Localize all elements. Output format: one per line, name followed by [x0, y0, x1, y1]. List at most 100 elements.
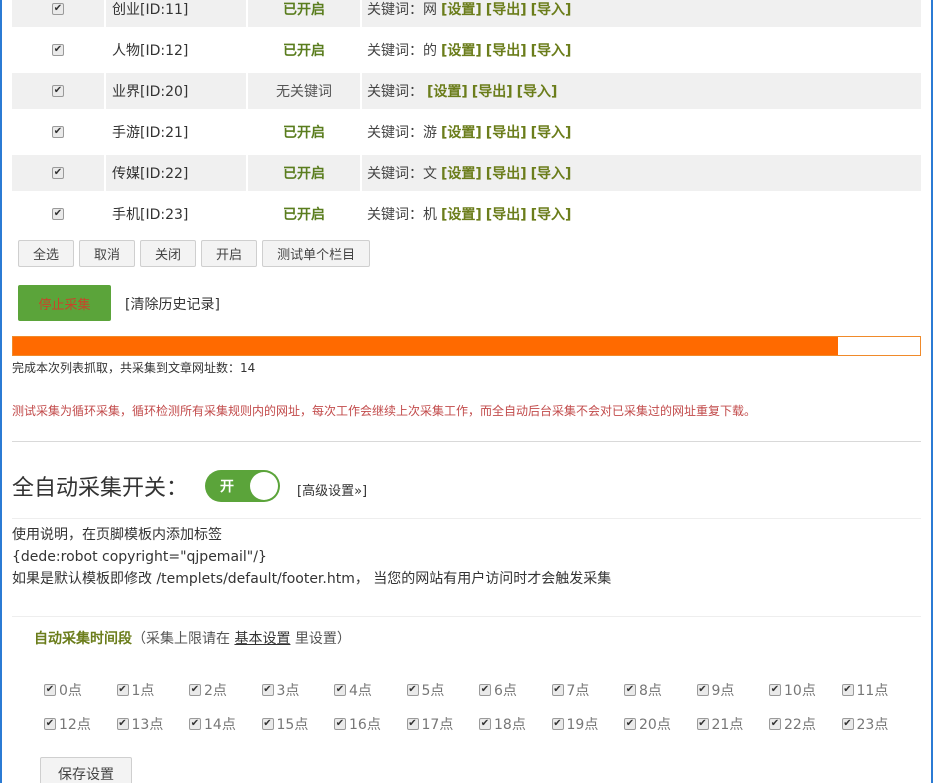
hour-checkbox-item[interactable]: ✔ 14点 — [189, 714, 262, 734]
stop-collect-button[interactable]: 停止采集 — [18, 285, 111, 321]
row-checkbox[interactable]: ✔ — [52, 2, 64, 15]
usage-line: 如果是默认模板即修改 /templets/default/footer.htm，… — [12, 571, 612, 587]
hour-checkbox[interactable]: ✔ — [624, 684, 636, 696]
hour-checkbox[interactable]: ✔ — [189, 684, 201, 696]
hour-checkbox[interactable]: ✔ — [696, 718, 709, 730]
import-link[interactable]: [导入] — [531, 0, 572, 19]
hour-checkbox-item[interactable]: ✔ 9点 — [696, 680, 770, 700]
hour-checkbox-item[interactable]: ✔ 10点 — [769, 680, 842, 700]
category-name: 创业[ID:11] — [106, 0, 246, 27]
hour-checkbox[interactable]: ✔ — [406, 684, 419, 696]
hour-checkbox-item[interactable]: ✔ 11点 — [841, 680, 915, 700]
hour-checkbox[interactable]: ✔ — [44, 718, 56, 730]
hour-label: 9点 — [711, 683, 735, 699]
table-row: ✔ 人物[ID:12] 已开启 关键词：的 [设置] [导出] [导入] — [12, 29, 921, 70]
hour-checkbox[interactable]: ✔ — [406, 718, 419, 730]
hour-checkbox[interactable]: ✔ — [44, 684, 56, 696]
hour-checkbox-item[interactable]: ✔ 12点 — [44, 714, 117, 734]
settings-link[interactable]: [设置] — [441, 122, 482, 142]
clear-history-link[interactable]: [清除历史记录] — [125, 294, 220, 314]
row-checkbox[interactable]: ✔ — [52, 43, 64, 56]
hour-checkbox[interactable]: ✔ — [189, 718, 201, 730]
hour-checkbox-item[interactable]: ✔ 4点 — [334, 680, 407, 700]
hour-checkbox-item[interactable]: ✔ 23点 — [841, 714, 915, 734]
status-label: 无关键词 — [248, 72, 360, 109]
hour-checkbox-item[interactable]: ✔ 15点 — [261, 714, 335, 734]
hour-checkbox[interactable]: ✔ — [841, 718, 854, 730]
hour-checkbox[interactable]: ✔ — [769, 684, 781, 696]
settings-link[interactable]: [设置] — [427, 81, 468, 101]
close-button[interactable]: 关闭 — [140, 240, 197, 267]
hour-label: 17点 — [421, 717, 454, 733]
hour-checkbox-item[interactable]: ✔ 21点 — [696, 714, 770, 734]
save-settings-button[interactable]: 保存设置 — [40, 757, 132, 783]
row-checkbox[interactable]: ✔ — [52, 207, 64, 220]
import-link[interactable]: [导入] — [531, 163, 572, 183]
hour-checkbox-item[interactable]: ✔ 5点 — [406, 680, 480, 700]
auto-collect-toggle[interactable]: 开 — [205, 470, 280, 502]
hour-checkbox-item[interactable]: ✔ 20点 — [624, 714, 697, 734]
hour-checkbox-item[interactable]: ✔ 17点 — [406, 714, 480, 734]
hour-checkbox-item[interactable]: ✔ 7点 — [551, 680, 625, 700]
hour-checkbox-item[interactable]: ✔ 18点 — [479, 714, 552, 734]
import-link[interactable]: [导入] — [531, 40, 572, 60]
import-link[interactable]: [导入] — [531, 122, 572, 142]
hour-checkbox-item[interactable]: ✔ 22点 — [769, 714, 842, 734]
settings-link[interactable]: [设置] — [441, 204, 482, 224]
row-checkbox[interactable]: ✔ — [52, 84, 64, 97]
export-link[interactable]: [导出] — [486, 204, 527, 224]
export-link[interactable]: [导出] — [486, 0, 527, 19]
hour-checkbox[interactable]: ✔ — [261, 718, 274, 730]
import-link[interactable]: [导入] — [517, 81, 558, 101]
settings-link[interactable]: [设置] — [441, 163, 482, 183]
hour-checkbox[interactable]: ✔ — [696, 684, 709, 696]
export-link[interactable]: [导出] — [486, 163, 527, 183]
row-checkbox[interactable]: ✔ — [52, 166, 64, 179]
hour-checkbox[interactable]: ✔ — [261, 684, 274, 696]
hour-checkbox-item[interactable]: ✔ 8点 — [624, 680, 697, 700]
open-button[interactable]: 开启 — [201, 240, 258, 267]
hour-checkbox[interactable]: ✔ — [551, 684, 564, 696]
hour-checkbox[interactable]: ✔ — [116, 718, 129, 730]
row-checkbox[interactable]: ✔ — [52, 125, 64, 138]
hour-checkbox-item[interactable]: ✔ 19点 — [551, 714, 625, 734]
hour-checkbox[interactable]: ✔ — [334, 684, 346, 696]
settings-link[interactable]: [设置] — [441, 40, 482, 60]
export-link[interactable]: [导出] — [486, 122, 527, 142]
export-link[interactable]: [导出] — [486, 40, 527, 60]
usage-instructions: 使用说明，在页脚模板内添加标签 {dede:robot copyright="q… — [12, 524, 611, 590]
auto-collect-title: 全自动采集开关： — [12, 476, 189, 501]
select-all-button[interactable]: 全选 — [18, 240, 75, 267]
advanced-settings-link[interactable]: [高级设置»] — [297, 480, 367, 499]
hour-label: 0点 — [59, 683, 82, 699]
hour-checkbox-item[interactable]: ✔ 1点 — [116, 680, 190, 700]
status-label: 已开启 — [248, 154, 360, 191]
hour-checkbox-item[interactable]: ✔ 3点 — [261, 680, 335, 700]
test-single-column-button[interactable]: 测试单个栏目 — [262, 240, 371, 267]
hour-checkbox[interactable]: ✔ — [334, 718, 346, 730]
export-link[interactable]: [导出] — [472, 81, 513, 101]
basic-settings-link[interactable]: 基本设置 — [234, 631, 290, 647]
keyword-label: 关键词：文 — [367, 165, 437, 182]
hour-checkbox-item[interactable]: ✔ 0点 — [44, 680, 117, 700]
category-name: 传媒[ID:22] — [106, 154, 246, 191]
hour-checkbox-item[interactable]: ✔ 13点 — [116, 714, 190, 734]
hour-checkbox[interactable]: ✔ — [841, 684, 854, 696]
hour-checkbox-item[interactable]: ✔ 16点 — [334, 714, 407, 734]
status-label: 已开启 — [283, 124, 325, 141]
divider — [12, 616, 921, 617]
notice-text: 测试采集为循环采集，循环检测所有采集规则内的网址，每次工作会继续上次采集工作，而… — [12, 404, 757, 418]
settings-link[interactable]: [设置] — [441, 0, 482, 19]
import-link[interactable]: [导入] — [531, 204, 572, 224]
keyword-label: 关键词：网 — [367, 1, 437, 18]
hour-checkbox[interactable]: ✔ — [624, 718, 636, 730]
hour-checkbox[interactable]: ✔ — [479, 718, 491, 730]
hour-checkbox-item[interactable]: ✔ 2点 — [189, 680, 262, 700]
cancel-button[interactable]: 取消 — [79, 240, 136, 267]
hour-checkbox[interactable]: ✔ — [479, 684, 491, 696]
hour-checkbox[interactable]: ✔ — [769, 718, 781, 730]
hour-checkbox[interactable]: ✔ — [116, 684, 129, 696]
hour-checkbox-item[interactable]: ✔ 6点 — [479, 680, 552, 700]
status-label: 已开启 — [283, 42, 325, 59]
hour-checkbox[interactable]: ✔ — [551, 718, 564, 730]
